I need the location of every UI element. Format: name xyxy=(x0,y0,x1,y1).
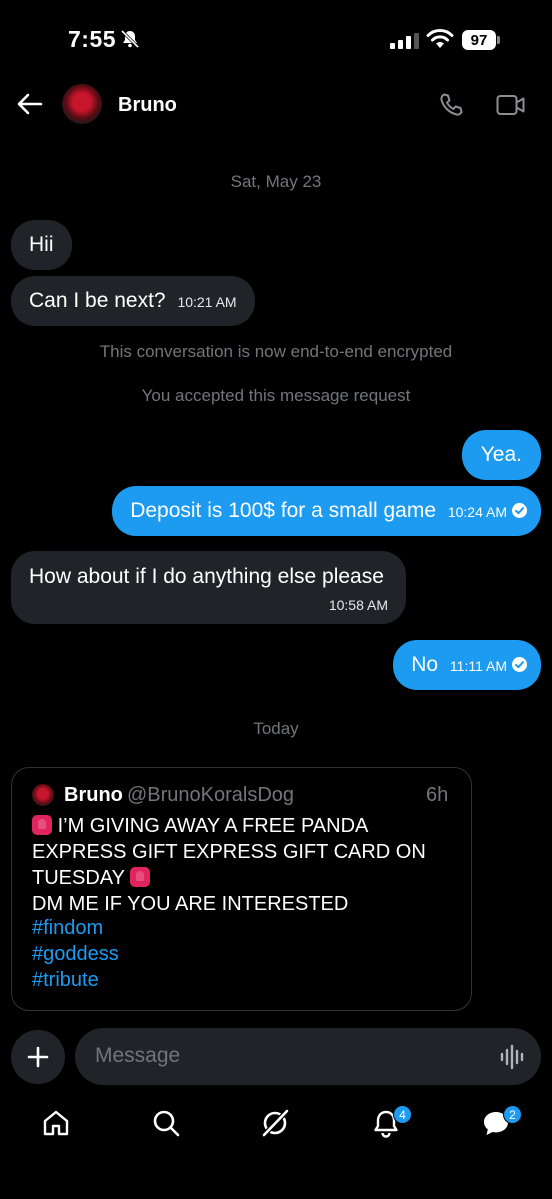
message-received[interactable]: How about if I do anything else please 1… xyxy=(11,551,406,624)
grok-icon[interactable] xyxy=(260,1108,290,1143)
post-time: 6h xyxy=(426,784,449,806)
wifi-icon xyxy=(426,28,454,55)
hashtag-link[interactable]: #tribute xyxy=(32,969,99,992)
post-text-line: EXPRESS GIFT EXPRESS GIFT CARD ON xyxy=(32,841,426,863)
message-timestamp: 10:24 AM xyxy=(447,504,507,520)
post-text-line: TUESDAY xyxy=(32,865,452,891)
status-time: 7:55 xyxy=(68,26,117,52)
hashtag-link[interactable]: #findom xyxy=(32,917,103,940)
search-icon[interactable] xyxy=(151,1108,181,1143)
contact-avatar[interactable] xyxy=(62,84,102,124)
message-sent[interactable]: Deposit is 100$ for a small game 10:24 A… xyxy=(112,486,541,536)
message-text: Yea. xyxy=(480,443,522,466)
phone-icon[interactable] xyxy=(438,92,464,123)
system-message-accepted: You accepted this message request xyxy=(141,386,411,405)
system-message-encrypted: This conversation is now end-to-end encr… xyxy=(99,342,453,361)
date-separator: Sat, May 23 xyxy=(230,172,322,191)
siren-emoji-icon xyxy=(32,815,52,835)
message-input[interactable] xyxy=(95,1040,475,1072)
read-check-icon xyxy=(512,656,527,672)
battery-indicator: 97 xyxy=(462,30,496,50)
message-text: No xyxy=(411,653,439,676)
message-timestamp: 10:21 AM xyxy=(177,294,237,310)
contact-name[interactable]: Bruno xyxy=(118,94,177,117)
post-author-name[interactable]: Bruno xyxy=(64,784,123,807)
message-received[interactable]: Hii xyxy=(11,220,72,270)
home-icon[interactable] xyxy=(41,1108,71,1143)
message-sent[interactable]: No 11:11 AM xyxy=(393,640,541,690)
message-sent[interactable]: Yea. xyxy=(461,430,541,480)
date-separator: Today xyxy=(253,719,299,738)
message-text: Can I be next? xyxy=(29,289,166,312)
hashtag-link[interactable]: #goddess xyxy=(32,943,119,966)
post-author-handle[interactable]: @BrunoKoralsDog xyxy=(127,784,294,807)
message-received[interactable]: Can I be next? 10:21 AM xyxy=(11,276,255,326)
messages-badge: 2 xyxy=(503,1105,522,1124)
add-attachment-button[interactable] xyxy=(11,1030,65,1084)
voice-message-icon[interactable] xyxy=(500,1044,526,1075)
cellular-signal-icon xyxy=(390,33,420,54)
siren-emoji-icon xyxy=(130,867,151,887)
post-text-line: I’M GIVING AWAY A FREE PANDA xyxy=(32,813,452,839)
bell-slash-icon xyxy=(120,29,140,54)
message-text: Hii xyxy=(29,233,54,256)
message-timestamp: 10:58 AM xyxy=(328,597,388,613)
post-text-line: DM ME IF YOU ARE INTERESTED xyxy=(32,893,349,915)
post-text: I’M GIVING AWAY A FREE PANDA xyxy=(57,815,369,837)
post-author-avatar[interactable] xyxy=(32,784,54,806)
message-text: Deposit is 100$ for a small game xyxy=(130,499,436,522)
plus-icon xyxy=(27,1046,49,1068)
video-call-icon[interactable] xyxy=(496,94,526,121)
post-text: TUESDAY xyxy=(32,867,125,889)
back-arrow-icon[interactable] xyxy=(16,90,44,123)
read-check-icon xyxy=(512,502,527,518)
battery-tip xyxy=(497,36,500,44)
notifications-badge: 4 xyxy=(393,1105,412,1124)
message-timestamp: 11:11 AM xyxy=(449,658,507,674)
message-text: How about if I do anything else please xyxy=(29,565,384,588)
